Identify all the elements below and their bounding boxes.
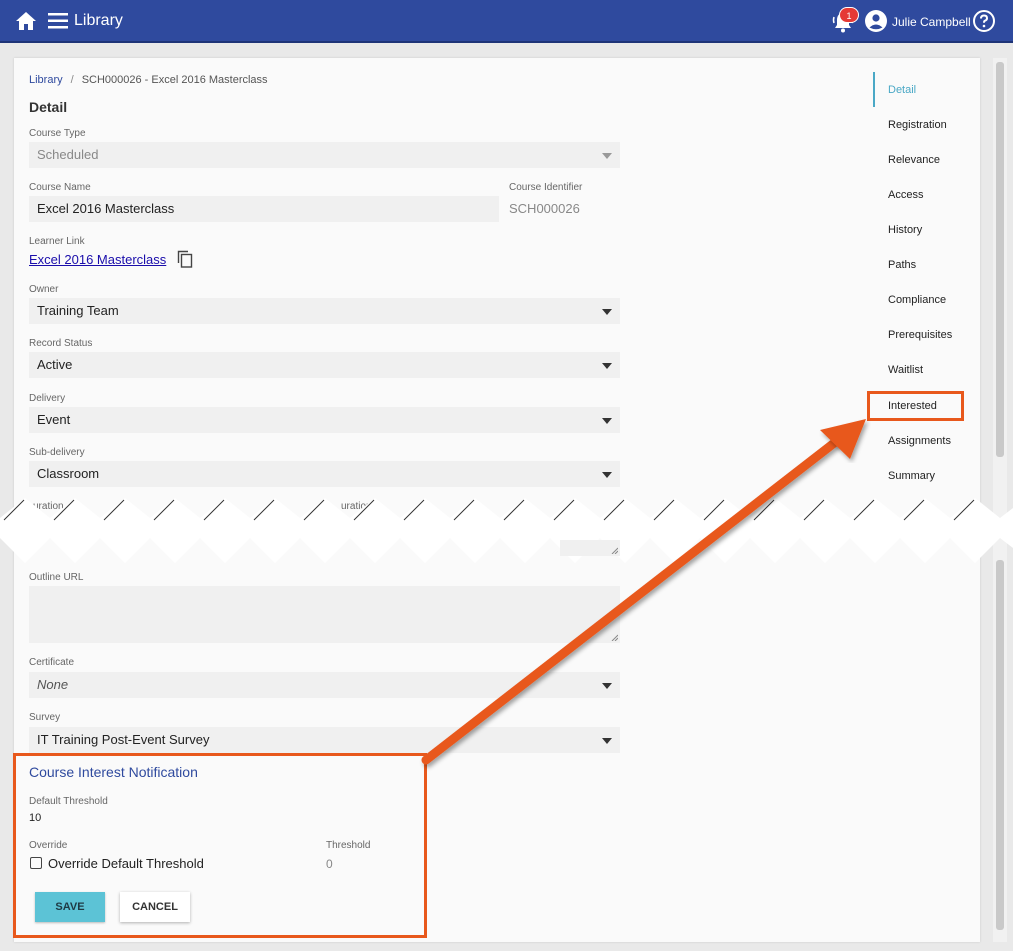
course-identifier-label: Course Identifier (509, 182, 583, 193)
scrollbar-thumb[interactable] (996, 62, 1004, 457)
side-nav-item-history[interactable]: History (888, 224, 922, 236)
account-icon[interactable] (865, 10, 887, 32)
chevron-down-icon (602, 153, 612, 159)
scrollbar-thumb-lower[interactable] (996, 560, 1004, 930)
certificate-label: Certificate (29, 657, 75, 668)
record-status-value: Active (37, 357, 73, 372)
sub-delivery-value: Classroom (37, 466, 100, 481)
outline-url-textarea[interactable] (29, 586, 620, 643)
page-title: Detail (29, 99, 68, 115)
learner-link[interactable]: Excel 2016 Masterclass (29, 252, 166, 267)
side-nav-item-summary[interactable]: Summary (888, 470, 935, 482)
menu-icon[interactable] (48, 12, 68, 30)
course-type-value: Scheduled (37, 147, 99, 162)
certificate-select[interactable]: None (29, 672, 620, 698)
copy-icon[interactable] (177, 250, 193, 268)
user-name[interactable]: Julie Campbell (892, 15, 971, 29)
record-status-select[interactable]: Active (29, 352, 620, 378)
delivery-value: Event (37, 412, 71, 427)
breadcrumb-root[interactable]: Library (29, 74, 63, 86)
certificate-value: None (37, 677, 69, 692)
interest-panel-highlight-box (13, 753, 427, 938)
survey-value: IT Training Post-Event Survey (37, 732, 210, 747)
course-name-label: Course Name (29, 182, 91, 193)
page-tear-divider (0, 498, 1013, 563)
side-nav-item-compliance[interactable]: Compliance (888, 294, 946, 306)
breadcrumb-separator: / (70, 74, 74, 86)
side-nav-item-detail[interactable]: Detail (888, 84, 916, 96)
survey-select[interactable]: IT Training Post-Event Survey (29, 727, 620, 753)
owner-label: Owner (29, 284, 59, 295)
chevron-down-icon (602, 418, 612, 424)
side-nav-item-registration[interactable]: Registration (888, 119, 947, 131)
chevron-down-icon (602, 472, 612, 478)
side-nav-item-paths[interactable]: Paths (888, 259, 916, 271)
app-title: Library (74, 12, 123, 29)
nav-active-indicator (873, 72, 875, 107)
owner-select[interactable]: Training Team (29, 298, 620, 324)
side-nav-item-waitlist[interactable]: Waitlist (888, 364, 923, 376)
course-type-select[interactable]: Scheduled (29, 142, 620, 168)
home-icon[interactable] (14, 10, 38, 32)
course-identifier-field: SCH000026 (501, 196, 620, 222)
side-nav-item-prerequisites[interactable]: Prerequisites (888, 329, 952, 341)
breadcrumb: Library / SCH000026 - Excel 2016 Mastercla… (29, 74, 268, 86)
delivery-select[interactable]: Event (29, 407, 620, 433)
side-nav-item-relevance[interactable]: Relevance (888, 154, 940, 166)
top-app-bar: Library 1 Julie Campbell (0, 0, 1013, 43)
side-nav-item-access[interactable]: Access (888, 189, 923, 201)
chevron-down-icon (602, 683, 612, 689)
course-type-label: Course Type (29, 128, 86, 139)
chevron-down-icon (602, 738, 612, 744)
resize-grip-icon[interactable] (610, 546, 618, 554)
duration-textarea-remnant[interactable] (560, 540, 620, 556)
outline-url-label: Outline URL (29, 572, 84, 583)
chevron-down-icon (602, 309, 612, 315)
help-icon[interactable] (972, 9, 996, 33)
chevron-down-icon (602, 363, 612, 369)
sub-delivery-label: Sub-delivery (29, 447, 85, 458)
notification-badge: 1 (839, 7, 859, 23)
course-name-value: Excel 2016 Masterclass (37, 201, 175, 216)
course-identifier-value: SCH000026 (509, 201, 580, 216)
sub-delivery-select[interactable]: Classroom (29, 461, 620, 487)
owner-value: Training Team (37, 303, 119, 318)
interested-highlight-box (867, 391, 964, 421)
survey-label: Survey (29, 712, 61, 723)
course-name-input[interactable]: Excel 2016 Masterclass (29, 196, 499, 222)
side-nav-item-assignments[interactable]: Assignments (888, 435, 951, 447)
breadcrumb-current: SCH000026 - Excel 2016 Masterclass (81, 74, 268, 86)
record-status-label: Record Status (29, 338, 93, 349)
resize-grip-icon[interactable] (610, 633, 618, 641)
delivery-label: Delivery (29, 393, 66, 404)
learner-link-label: Learner Link (29, 236, 85, 247)
